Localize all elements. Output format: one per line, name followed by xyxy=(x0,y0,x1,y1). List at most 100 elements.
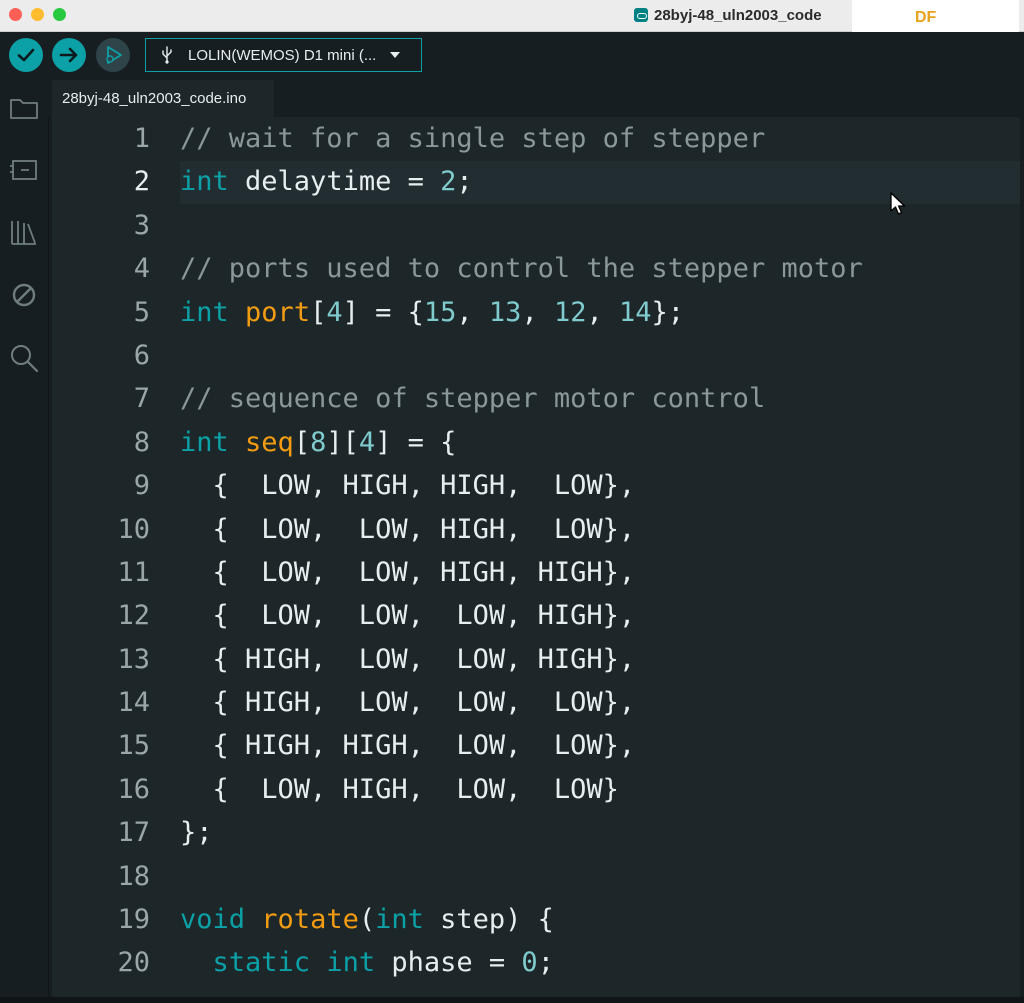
code-line[interactable]: int seq[8][4] = { xyxy=(180,421,1020,464)
sidebar-item-sketchbook[interactable] xyxy=(8,92,40,124)
code-token: rotate xyxy=(261,904,359,936)
code-token: ; xyxy=(456,166,473,198)
code-line[interactable]: }; xyxy=(180,811,1020,854)
line-number: 3 xyxy=(133,209,150,241)
code-token: // wait for a single step of stepper xyxy=(180,123,766,154)
board-selector[interactable]: LOLIN(WEMOS) D1 mini (... xyxy=(145,38,422,72)
folder-icon xyxy=(10,99,38,119)
debug-icon xyxy=(106,46,122,64)
line-number: 15 xyxy=(117,730,150,762)
code-token: , xyxy=(586,296,619,328)
code-line[interactable]: { HIGH, LOW, LOW, LOW}, xyxy=(180,681,1020,724)
code-token: { HIGH, LOW, LOW, LOW}, xyxy=(180,687,636,719)
arduino-icon xyxy=(634,8,648,22)
line-number: 18 xyxy=(117,860,150,892)
debug-disabled-icon xyxy=(12,283,36,307)
code-token: 8 xyxy=(310,426,327,458)
code-line[interactable]: { HIGH, HIGH, LOW, LOW}, xyxy=(180,724,1020,767)
code-line[interactable]: // sequence of stepper motor control xyxy=(180,377,1020,420)
line-number: 20 xyxy=(117,947,150,979)
usb-icon xyxy=(162,46,172,64)
tab-bar: 28byj-48_uln2003_code.ino xyxy=(48,80,1024,117)
code-line[interactable]: // wait for a single step of stepper xyxy=(180,117,1020,160)
line-number: 6 xyxy=(133,339,150,371)
code-token: int xyxy=(180,296,229,328)
close-window-button[interactable] xyxy=(9,8,22,21)
line-number: 11 xyxy=(117,556,150,588)
code-line[interactable]: { LOW, HIGH, HIGH, LOW}, xyxy=(180,464,1020,507)
debug-button[interactable] xyxy=(96,38,130,72)
sidebar-item-debug[interactable] xyxy=(8,279,40,311)
code-token: int xyxy=(326,947,376,979)
code-token: 15 xyxy=(423,296,457,328)
code-token: 0 xyxy=(521,947,538,979)
code-token: ; xyxy=(537,947,554,979)
code-token: int xyxy=(180,426,229,458)
maximize-window-button[interactable] xyxy=(53,8,66,21)
upload-button[interactable] xyxy=(52,38,86,72)
line-number: 13 xyxy=(117,643,150,675)
code-token: // sequence of stepper motor control xyxy=(180,383,766,415)
library-icon xyxy=(11,221,36,245)
check-icon xyxy=(17,48,35,62)
line-number-gutter: 1 2 3 4 5 6 7 8 9 10 11 12 13 14 15 16 17 18 19 20 xyxy=(52,117,150,985)
code-lines[interactable]: // wait for a single step of stepper int … xyxy=(180,117,1020,985)
code-token: [ xyxy=(293,426,311,458)
code-token: }; xyxy=(180,817,213,849)
code-line[interactable]: { HIGH, LOW, LOW, HIGH}, xyxy=(180,638,1020,681)
line-number: 14 xyxy=(117,687,150,719)
sidebar-item-boards-manager[interactable] xyxy=(8,154,40,186)
code-line[interactable]: // ports used to control the stepper mot… xyxy=(180,247,1020,290)
code-line[interactable] xyxy=(180,855,1020,898)
code-token: 4 xyxy=(326,296,343,328)
code-token: // ports used to control the stepper mot… xyxy=(180,253,863,285)
code-token: ] = { xyxy=(342,296,424,328)
code-token: , xyxy=(456,296,489,328)
sidebar-item-search[interactable] xyxy=(8,342,40,374)
code-token: port xyxy=(245,296,311,328)
sidebar-item-library-manager[interactable] xyxy=(8,216,40,248)
code-editor[interactable]: 1 2 3 4 5 6 7 8 9 10 11 12 13 14 15 16 17 18 19 20 // wait … xyxy=(52,117,1020,997)
code-token: { LOW, HIGH, HIGH, LOW}, xyxy=(180,470,636,502)
window-title-text: 28byj-48_uln2003_code xyxy=(654,6,822,24)
line-number: 8 xyxy=(133,426,150,458)
code-token: 13 xyxy=(488,296,522,328)
line-number: 12 xyxy=(117,600,150,632)
verify-button[interactable] xyxy=(9,38,43,72)
line-number: 16 xyxy=(117,773,150,805)
tab-sketch-file[interactable]: 28byj-48_uln2003_code.ino xyxy=(52,80,274,117)
code-line[interactable]: static int phase = 0; xyxy=(180,941,1020,984)
code-token: int xyxy=(375,904,424,936)
code-token: phase = xyxy=(375,947,522,979)
code-line[interactable]: { LOW, LOW, HIGH, HIGH}, xyxy=(180,551,1020,594)
code-token: ] = { xyxy=(375,426,457,458)
code-line[interactable] xyxy=(180,334,1020,377)
minimize-window-button[interactable] xyxy=(31,8,44,21)
tab-label: 28byj-48_uln2003_code.ino xyxy=(62,90,247,107)
window-title: 28byj-48_uln2003_code xyxy=(634,5,822,25)
code-token: step) { xyxy=(423,904,554,936)
board-selector-label: LOLIN(WEMOS) D1 mini (... xyxy=(188,46,377,64)
code-token: ][ xyxy=(326,426,359,458)
search-icon xyxy=(11,345,39,373)
code-token: ( xyxy=(358,904,376,936)
code-line[interactable]: { LOW, LOW, LOW, HIGH}, xyxy=(180,594,1020,637)
sidebar xyxy=(0,80,49,1003)
line-number: 10 xyxy=(117,513,150,545)
code-line[interactable]: int port[4] = {15, 13, 12, 14}; xyxy=(180,291,1020,334)
code-token: { LOW, LOW, HIGH, HIGH}, xyxy=(180,556,636,588)
code-token: 14 xyxy=(618,296,652,328)
line-number: 2 xyxy=(133,166,150,198)
arrow-right-icon xyxy=(59,47,78,63)
line-number: 1 xyxy=(133,123,150,154)
code-line[interactable]: { LOW, HIGH, LOW, LOW} xyxy=(180,768,1020,811)
chevron-down-icon xyxy=(390,52,401,58)
code-line[interactable]: { LOW, LOW, HIGH, LOW}, xyxy=(180,508,1020,551)
code-line[interactable]: void rotate(int step) { xyxy=(180,898,1020,941)
code-token: [ xyxy=(310,296,327,328)
board-manager-icon xyxy=(10,160,37,180)
